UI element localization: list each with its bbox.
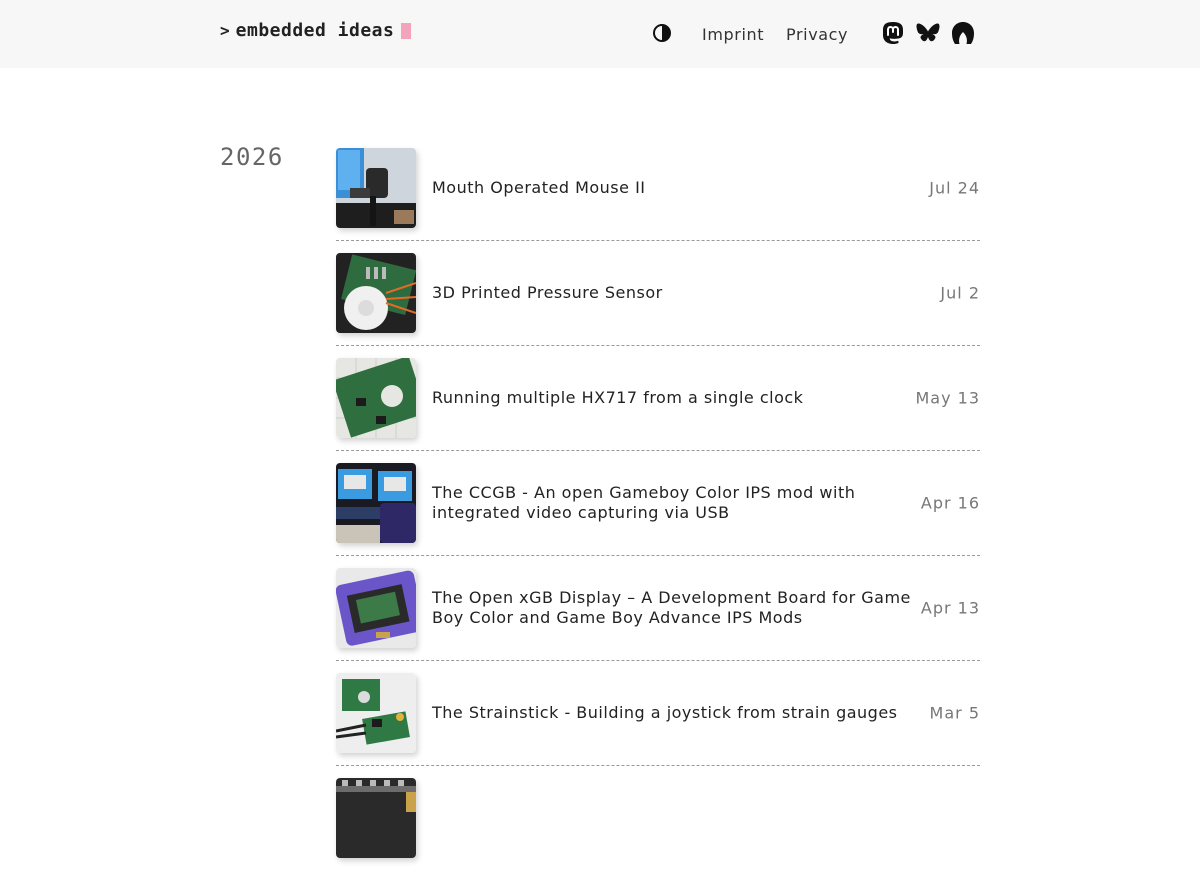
logo-prompt: > <box>220 21 230 40</box>
post-thumbnail <box>336 568 416 648</box>
post-thumbnail <box>336 253 416 333</box>
post-divider <box>336 660 980 661</box>
archive-year: 2026 <box>220 143 284 171</box>
bluesky-icon[interactable] <box>915 20 941 46</box>
mastodon-icon[interactable] <box>880 20 906 46</box>
post-title: The CCGB - An open Gameboy Color IPS mod… <box>432 483 856 522</box>
post-item[interactable]: 3D Printed Pressure Sensor Jul 2 <box>336 253 980 358</box>
post-title: The Strainstick - Building a joystick fr… <box>432 703 898 722</box>
arena-icon[interactable] <box>950 20 976 46</box>
post-item[interactable]: Mouth Operated Mouse II Jul 24 <box>336 148 980 253</box>
post-item[interactable]: The CCGB - An open Gameboy Color IPS mod… <box>336 463 980 568</box>
site-logo[interactable]: > embedded ideas <box>220 20 412 41</box>
contrast-icon[interactable] <box>652 23 672 43</box>
post-item[interactable] <box>336 778 980 883</box>
post-item[interactable]: Running multiple HX717 from a single clo… <box>336 358 980 463</box>
post-divider <box>336 240 980 241</box>
post-thumbnail <box>336 463 416 543</box>
post-item[interactable]: The Strainstick - Building a joystick fr… <box>336 673 980 778</box>
logo-cursor <box>401 22 412 39</box>
post-list: Mouth Operated Mouse II Jul 24 3D Printe… <box>336 148 980 883</box>
post-divider <box>336 450 980 451</box>
logo-text: embedded ideas <box>235 20 395 41</box>
post-thumbnail <box>336 778 416 858</box>
post-divider <box>336 555 980 556</box>
post-date: Jul 2 <box>940 283 980 303</box>
site-header: > embedded ideas Imprint Privacy <box>0 0 1200 68</box>
post-thumbnail <box>336 148 416 228</box>
post-thumbnail <box>336 358 416 438</box>
post-date: Apr 13 <box>920 598 980 618</box>
post-divider <box>336 765 980 766</box>
post-title: The Open xGB Display – A Development Boa… <box>432 588 911 627</box>
post-thumbnail <box>336 673 416 753</box>
post-item[interactable]: The Open xGB Display – A Development Boa… <box>336 568 980 673</box>
post-date: Apr 16 <box>920 493 980 513</box>
post-divider <box>336 345 980 346</box>
post-date: May 13 <box>915 388 980 408</box>
post-date: Mar 5 <box>929 703 980 723</box>
post-date: Jul 24 <box>929 178 980 198</box>
post-title: Mouth Operated Mouse II <box>432 178 646 197</box>
post-title: Running multiple HX717 from a single clo… <box>432 388 804 407</box>
nav-privacy[interactable]: Privacy <box>786 25 848 44</box>
post-title: 3D Printed Pressure Sensor <box>432 283 663 302</box>
nav-imprint[interactable]: Imprint <box>702 25 764 44</box>
